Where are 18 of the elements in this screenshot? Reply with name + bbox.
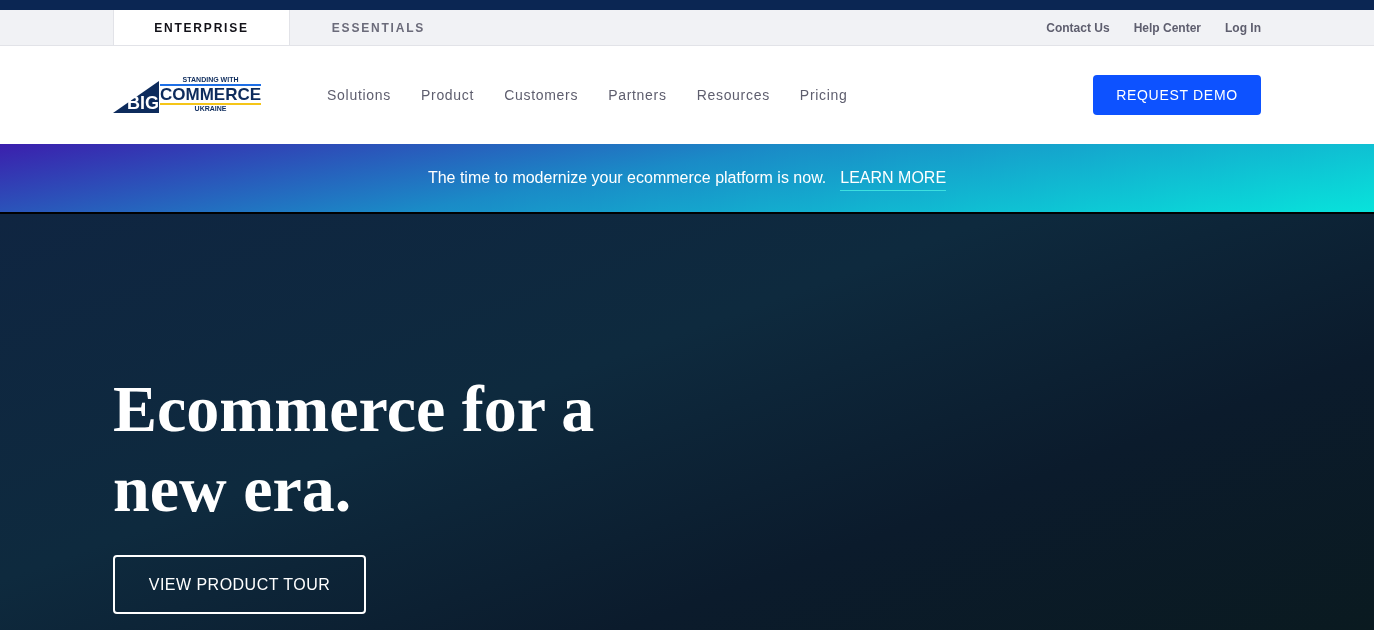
logo-wordmark-right: COMMERCE — [160, 86, 262, 103]
hero-headline: new era. — [113, 451, 352, 527]
request-demo-button[interactable]: REQUEST DEMO — [1093, 75, 1261, 115]
hero-headline: Ecommerce for a — [113, 371, 595, 447]
nav-link[interactable]: Resources — [696, 84, 770, 106]
product-tour-button[interactable]: VIEW PRODUCT TOUR — [113, 555, 366, 614]
nav-link[interactable]: Pricing — [799, 84, 848, 106]
nav-link[interactable]: Partners — [608, 84, 667, 106]
banner-text: The time to modernize your ecommerce platform is now. — [427, 168, 827, 188]
utility-link[interactable]: Help Center — [1133, 18, 1201, 37]
site-tab[interactable]: ESSENTIALS — [290, 10, 467, 45]
nav-link[interactable]: Customers — [504, 84, 579, 106]
utility-link[interactable]: Log In — [1225, 18, 1261, 37]
nav-link[interactable]: Solutions — [327, 84, 391, 106]
site-tab[interactable]: ENTERPRISE — [113, 10, 290, 45]
nav-link[interactable]: Product — [421, 84, 475, 106]
utility-link[interactable]: Contact Us — [1046, 18, 1110, 37]
triangle-icon — [113, 81, 159, 113]
